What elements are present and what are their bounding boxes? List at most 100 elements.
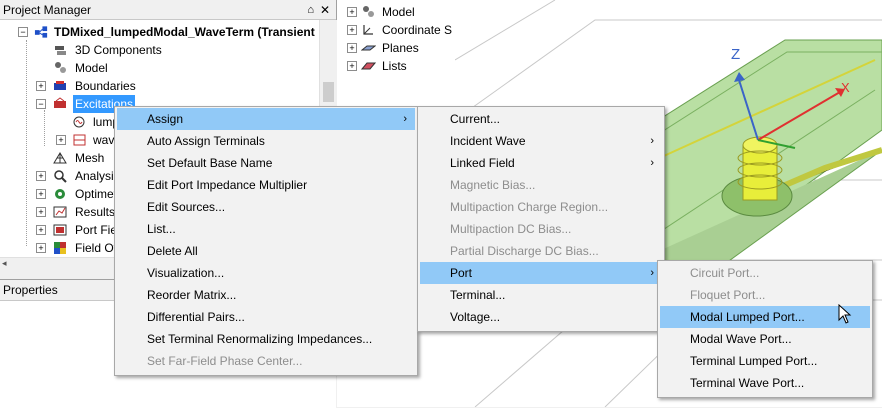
expand-icon[interactable]: + bbox=[56, 135, 66, 145]
assign-item-port[interactable]: Port › bbox=[420, 262, 662, 284]
submenu-arrow-icon: › bbox=[650, 267, 654, 279]
wave-port-icon bbox=[73, 134, 86, 146]
expand-icon[interactable]: + bbox=[347, 61, 357, 71]
axis-z-label: Z bbox=[731, 46, 741, 63]
field-overlays-icon bbox=[54, 242, 66, 254]
tree-label: Coordinate S bbox=[382, 23, 453, 37]
assign-item-incident-wave[interactable]: Incident Wave › bbox=[420, 130, 662, 152]
menu-item-delete-all[interactable]: Delete All bbox=[117, 240, 415, 262]
submenu-arrow-icon: › bbox=[650, 157, 654, 169]
pin-icon[interactable]: ⌂ bbox=[307, 0, 314, 20]
analysis-icon bbox=[54, 170, 67, 183]
menu-item-edit-port-impedance-multiplier[interactable]: Edit Port Impedance Multiplier bbox=[117, 174, 415, 196]
excitations-context-menu: Assign › Auto Assign Terminals Set Default … bbox=[114, 106, 418, 376]
expand-icon[interactable]: + bbox=[36, 225, 46, 235]
port-item-terminal-lumped-port[interactable]: Terminal Lumped Port... bbox=[660, 350, 870, 372]
expand-icon[interactable]: + bbox=[347, 7, 357, 17]
submenu-arrow-icon: › bbox=[650, 135, 654, 147]
menu-item-label: Magnetic Bias... bbox=[450, 178, 536, 192]
menu-item-label: Set Default Base Name bbox=[147, 156, 273, 170]
excitations-icon bbox=[54, 97, 66, 108]
tree-label: Field Ov bbox=[75, 241, 120, 255]
collapse-icon[interactable]: − bbox=[36, 99, 46, 109]
expand-icon[interactable]: + bbox=[36, 189, 46, 199]
assign-item-magnetic-bias: Magnetic Bias... bbox=[420, 174, 662, 196]
menu-item-label: Linked Field bbox=[450, 156, 515, 170]
model-icon bbox=[363, 6, 374, 17]
tree-label: Lists bbox=[382, 59, 407, 73]
mouse-cursor-icon bbox=[838, 304, 852, 324]
menu-item-label: Reorder Matrix... bbox=[147, 288, 237, 302]
expand-icon[interactable]: + bbox=[347, 25, 357, 35]
menu-item-label: Circuit Port... bbox=[690, 266, 760, 280]
menu-item-label: Set Far-Field Phase Center... bbox=[147, 354, 303, 368]
menu-item-edit-sources[interactable]: Edit Sources... bbox=[117, 196, 415, 218]
close-icon[interactable]: ✕ bbox=[320, 0, 330, 20]
tree-label: Model bbox=[75, 61, 108, 75]
menu-item-label: Assign bbox=[147, 112, 184, 126]
collapse-icon[interactable]: − bbox=[18, 27, 28, 37]
tree-label: 3D Components bbox=[75, 43, 162, 57]
tree-label: Planes bbox=[382, 41, 419, 55]
expand-icon[interactable]: + bbox=[36, 81, 46, 91]
assign-item-multipaction-dc-bias: Multipaction DC Bias... bbox=[420, 218, 662, 240]
tree-label: Analysis bbox=[75, 169, 120, 183]
scroll-left-icon[interactable]: ◂ bbox=[2, 258, 7, 268]
assign-item-terminal[interactable]: Terminal... bbox=[420, 284, 662, 306]
port-item-terminal-wave-port[interactable]: Terminal Wave Port... bbox=[660, 372, 870, 394]
expand-icon[interactable]: + bbox=[36, 171, 46, 181]
assign-submenu: Current... Incident Wave › Linked Field › Mag… bbox=[417, 106, 665, 332]
tree-label: Boundaries bbox=[75, 79, 136, 93]
menu-item-reorder-matrix[interactable]: Reorder Matrix... bbox=[117, 284, 415, 306]
menu-item-set-terminal-renormalizing-impedances[interactable]: Set Terminal Renormalizing Impedances... bbox=[117, 328, 415, 350]
menu-item-visualization[interactable]: Visualization... bbox=[117, 262, 415, 284]
port-item-modal-wave-port[interactable]: Modal Wave Port... bbox=[660, 328, 870, 350]
menu-item-label: Multipaction Charge Region... bbox=[450, 200, 609, 214]
tree-label: Model bbox=[382, 5, 415, 19]
menu-item-label: Auto Assign Terminals bbox=[147, 134, 265, 148]
menu-item-differential-pairs[interactable]: Differential Pairs... bbox=[117, 306, 415, 328]
menu-item-label: Edit Port Impedance Multiplier bbox=[147, 178, 308, 192]
project-manager-title: Project Manager bbox=[3, 3, 92, 17]
menu-item-label: Port bbox=[450, 266, 473, 280]
assign-item-voltage[interactable]: Voltage... bbox=[420, 306, 662, 328]
tree-label: Port Fie bbox=[75, 223, 118, 237]
boundaries-icon bbox=[54, 81, 66, 90]
optimetrics-icon bbox=[55, 189, 65, 199]
menu-item-label: Voltage... bbox=[450, 310, 501, 324]
menu-item-label: Set Terminal Renormalizing Impedances... bbox=[147, 332, 373, 346]
menu-item-label: Terminal Wave Port... bbox=[690, 376, 805, 390]
planes-icon bbox=[361, 45, 376, 51]
menu-item-list[interactable]: List... bbox=[117, 218, 415, 240]
port-item-circuit-port: Circuit Port... bbox=[660, 262, 870, 284]
menu-item-label: List... bbox=[147, 222, 176, 236]
scrollbar-thumb[interactable] bbox=[323, 82, 334, 102]
menu-item-set-default-base-name[interactable]: Set Default Base Name bbox=[117, 152, 415, 174]
coordinate-system-icon bbox=[363, 25, 373, 35]
menu-item-label: Delete All bbox=[147, 244, 198, 258]
port-item-floquet-port: Floquet Port... bbox=[660, 284, 870, 306]
port-field-icon bbox=[53, 224, 67, 236]
expand-icon[interactable]: + bbox=[36, 243, 46, 253]
assign-item-current[interactable]: Current... bbox=[420, 108, 662, 130]
menu-item-set-far-field-phase-center: Set Far-Field Phase Center... bbox=[117, 350, 415, 372]
menu-item-assign[interactable]: Assign › bbox=[117, 108, 415, 130]
menu-item-label: Visualization... bbox=[147, 266, 225, 280]
assign-item-multipaction-charge-region: Multipaction Charge Region... bbox=[420, 196, 662, 218]
assign-item-linked-field[interactable]: Linked Field › bbox=[420, 152, 662, 174]
mesh-icon bbox=[53, 152, 67, 164]
tree-label: Results bbox=[75, 205, 116, 219]
project-icon bbox=[34, 26, 48, 38]
project-name: TDMixed_lumpedModal_WaveTerm (Transient bbox=[54, 25, 315, 39]
tree-guide-line bbox=[44, 110, 45, 146]
expand-icon[interactable]: + bbox=[36, 207, 46, 217]
tree-label: Optimet bbox=[75, 187, 118, 201]
model-icon bbox=[55, 62, 66, 73]
lists-icon bbox=[361, 62, 376, 70]
menu-item-label: Differential Pairs... bbox=[147, 310, 245, 324]
menu-item-label: Modal Lumped Port... bbox=[690, 310, 805, 324]
menu-item-auto-assign-terminals[interactable]: Auto Assign Terminals bbox=[117, 130, 415, 152]
components-icon bbox=[55, 46, 66, 55]
expand-icon[interactable]: + bbox=[347, 43, 357, 53]
lumped-port-icon bbox=[73, 116, 85, 128]
